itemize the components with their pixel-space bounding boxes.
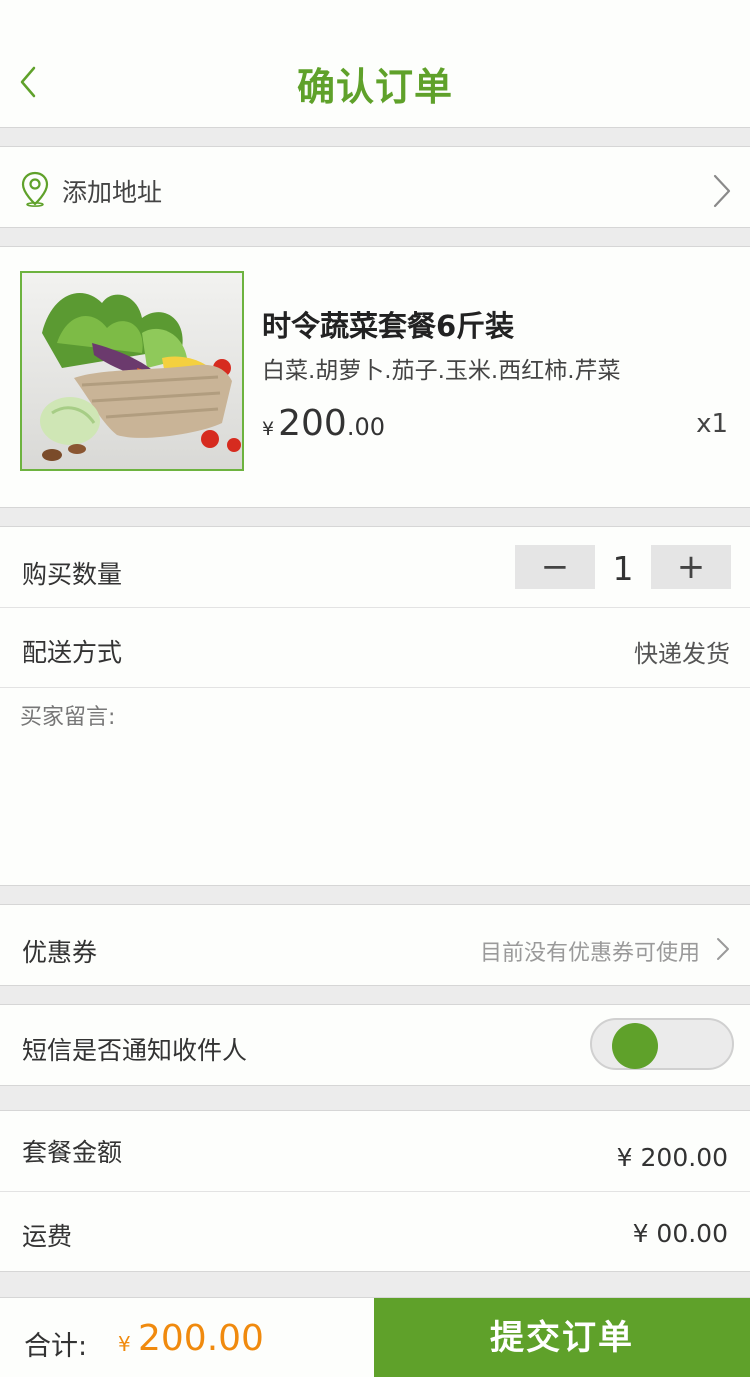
order-details: 购买数量 − 1 + 配送方式 快递发货 xyxy=(0,526,750,886)
page-title: 确认订单 xyxy=(296,65,453,109)
divider xyxy=(0,687,750,688)
currency-symbol: ¥ xyxy=(262,418,275,440)
total-label: 合计: xyxy=(24,1331,88,1362)
quantity-value: 1 xyxy=(612,549,634,588)
chevron-right-icon xyxy=(713,174,731,208)
product-description: 白菜.胡萝卜.茄子.玉米.西红柿.芹菜 xyxy=(262,358,621,384)
product-image[interactable] xyxy=(20,271,244,471)
add-address-label: 添加地址 xyxy=(62,178,163,207)
checkout-bar: 合计: ¥ 200.00 提交订单 xyxy=(0,1297,750,1377)
buyer-message-input[interactable] xyxy=(20,699,730,869)
divider xyxy=(0,607,750,608)
quantity-label: 购买数量 xyxy=(22,560,123,589)
coupon-row[interactable]: 优惠券 目前没有优惠券可使用 xyxy=(0,904,750,986)
increase-quantity-button[interactable]: + xyxy=(651,545,731,589)
add-address-row[interactable]: 添加地址 xyxy=(0,146,750,228)
vegetable-basket-image xyxy=(22,273,242,469)
toggle-knob xyxy=(612,1023,658,1069)
total-currency-symbol: ¥ xyxy=(118,1332,131,1356)
sms-notify-toggle[interactable] xyxy=(590,1018,734,1070)
submit-order-button[interactable]: 提交订单 xyxy=(374,1298,750,1377)
product-card: 时令蔬菜套餐6斤装 白菜.胡萝卜.茄子.玉米.西红柿.芹菜 ¥200.00 x1 xyxy=(0,246,750,508)
package-amount-label: 套餐金额 xyxy=(22,1138,123,1167)
header-bar: 确认订单 xyxy=(0,0,750,128)
coupon-status: 目前没有优惠券可使用 xyxy=(479,941,700,966)
delivery-method-label: 配送方式 xyxy=(22,638,123,667)
location-pin-icon xyxy=(21,171,49,207)
decrease-quantity-button[interactable]: − xyxy=(515,545,595,589)
delivery-method-value[interactable]: 快递发货 xyxy=(634,634,730,669)
total-value: 200.00 xyxy=(138,1318,264,1359)
package-amount-value: ¥ 200.00 xyxy=(616,1143,728,1172)
sms-notify-row: 短信是否通知收件人 xyxy=(0,1004,750,1086)
product-name: 时令蔬菜套餐6斤装 xyxy=(262,309,515,343)
chevron-right-icon xyxy=(717,938,729,960)
sms-notify-label: 短信是否通知收件人 xyxy=(22,1036,248,1065)
amount-summary: 套餐金额 ¥ 200.00 运费 ¥ 00.00 xyxy=(0,1110,750,1272)
price-decimal: .00 xyxy=(346,413,385,441)
product-price: ¥200.00 xyxy=(262,403,385,444)
price-integer: 200 xyxy=(278,403,347,444)
divider xyxy=(0,1191,750,1192)
coupon-label: 优惠券 xyxy=(22,938,98,967)
shipping-fee-value: ¥ 00.00 xyxy=(632,1219,728,1248)
shipping-fee-label: 运费 xyxy=(22,1222,73,1251)
product-quantity: x1 xyxy=(696,409,728,439)
